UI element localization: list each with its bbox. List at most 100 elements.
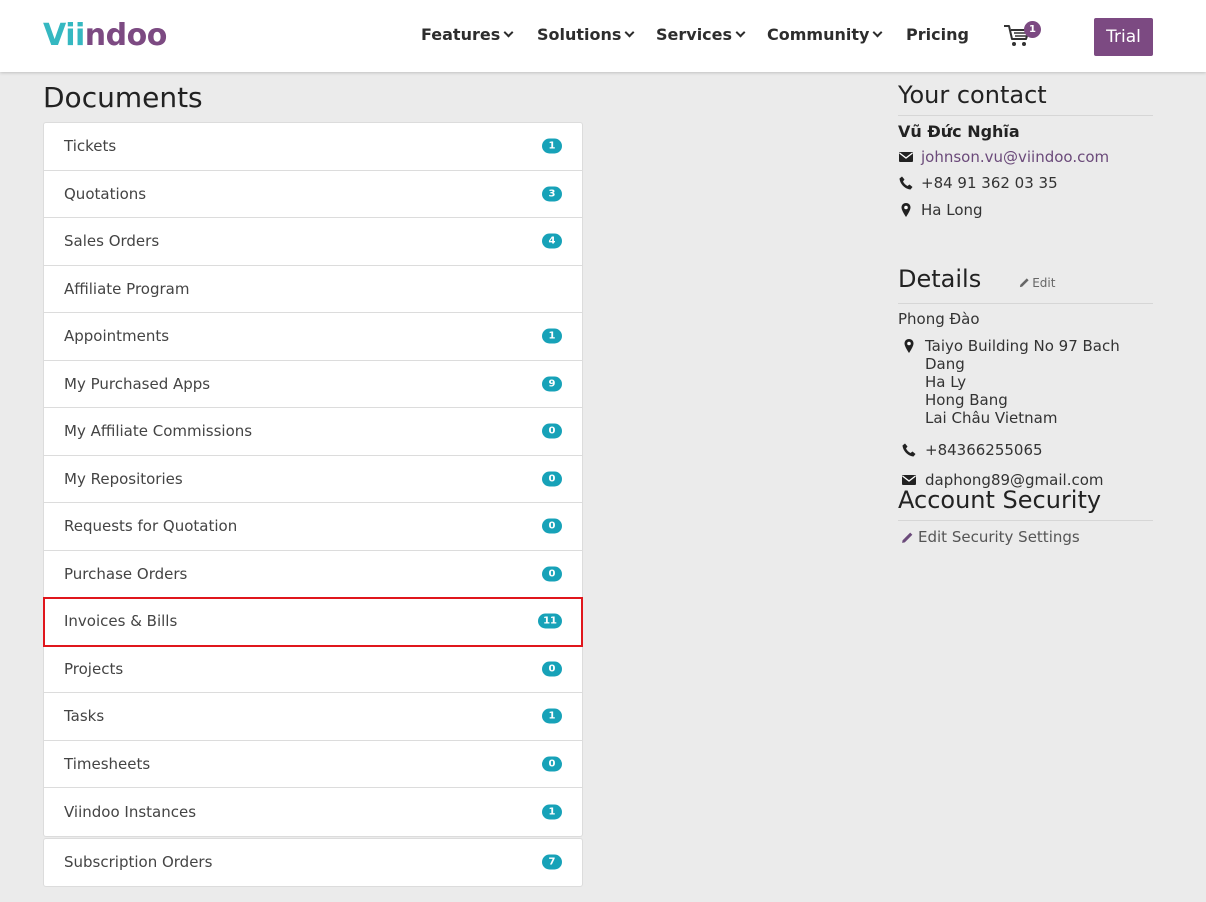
doc-label: Purchase Orders [64, 564, 188, 583]
doc-row-viindoo-instances[interactable]: Viindoo Instances 1 [44, 788, 582, 836]
doc-label: Affiliate Program [64, 279, 190, 298]
doc-row-appointments[interactable]: Appointments 1 [44, 313, 582, 361]
edit-security-label: Edit Security Settings [918, 528, 1080, 546]
address-line: Taiyo Building No 97 Bach Dang [925, 337, 1120, 373]
doc-label: Tasks [64, 707, 105, 726]
doc-label: Timesheets [64, 754, 151, 773]
nav-label: Services [656, 25, 733, 44]
count-badge: 1 [542, 804, 562, 820]
edit-label: Edit [1032, 276, 1056, 290]
contact-location-line: Ha Long [898, 201, 1153, 219]
nav-label: Solutions [537, 25, 622, 44]
account-security-section: Account Security Edit Security Settings [898, 485, 1153, 546]
viindoo-logo[interactable]: Viindoo [43, 18, 167, 54]
doc-label: Subscription Orders [64, 853, 213, 872]
doc-label: My Affiliate Commissions [64, 422, 253, 441]
doc-label: Projects [64, 659, 124, 678]
doc-row-purchase-orders[interactable]: Purchase Orders 0 [44, 551, 582, 598]
doc-label: My Repositories [64, 469, 183, 488]
phone-icon [898, 175, 914, 191]
contact-email-line: johnson.vu@viindoo.com [898, 148, 1153, 166]
nav-label: Pricing [906, 25, 969, 44]
count-badge: 0 [542, 566, 562, 582]
doc-row-purchased-apps[interactable]: My Purchased Apps 9 [44, 361, 582, 408]
count-badge: 9 [542, 376, 562, 392]
nav-services[interactable]: Services [656, 24, 746, 46]
details-edit-link[interactable]: Edit [1019, 276, 1055, 290]
doc-row-sales-orders[interactable]: Sales Orders 4 [44, 218, 582, 266]
details-phone: +84366255065 [925, 441, 1043, 459]
security-title: Account Security [898, 485, 1153, 521]
count-badge: 3 [542, 186, 562, 202]
address-line: Ha Ly [925, 373, 967, 391]
map-marker-icon [898, 202, 914, 218]
contact-email-link[interactable]: johnson.vu@viindoo.com [921, 148, 1109, 166]
count-badge: 0 [542, 756, 562, 772]
doc-row-tickets[interactable]: Tickets 1 [44, 123, 582, 171]
logo-text-3: doo [105, 18, 168, 53]
chevron-down-icon [872, 27, 883, 38]
doc-row-subscription-orders[interactable]: Subscription Orders 7 [44, 839, 582, 887]
chevron-down-icon [624, 27, 635, 38]
doc-label: Appointments [64, 327, 170, 346]
address-line: Hong Bang [925, 391, 1008, 409]
doc-row-tasks[interactable]: Tasks 1 [44, 693, 582, 741]
details-phone-line: +84366255065 [898, 441, 1153, 459]
nav-features[interactable]: Features [421, 24, 514, 46]
nav-solutions[interactable]: Solutions [537, 24, 635, 46]
trial-button[interactable]: Trial [1094, 18, 1153, 56]
chevron-down-icon [503, 27, 514, 38]
page-title: Documents [43, 81, 203, 114]
details-heading: Details Edit [898, 264, 1153, 304]
details-address-line: Taiyo Building No 97 Bach Dang Ha Ly Hon… [898, 337, 1153, 427]
count-badge: 1 [542, 708, 562, 724]
doc-row-invoices-bills[interactable]: Invoices & Bills 11 [43, 597, 583, 647]
doc-row-affiliate-program[interactable]: Affiliate Program [44, 266, 582, 313]
documents-group: Tickets 1 Quotations 3 Sales Orders 4 Affil… [43, 122, 583, 837]
documents-list: Tickets 1 Quotations 3 Sales Orders 4 Affil… [43, 122, 583, 887]
doc-label: My Purchased Apps [64, 374, 211, 393]
details-title: Details [898, 265, 982, 293]
pencil-icon [1020, 278, 1029, 288]
doc-row-affiliate-commissions[interactable]: My Affiliate Commissions 0 [44, 408, 582, 456]
details-name: Phong Đào [898, 310, 980, 328]
contact-location: Ha Long [921, 201, 983, 219]
count-badge: 1 [542, 138, 562, 154]
count-badge: 0 [542, 518, 562, 534]
chevron-down-icon [735, 27, 746, 38]
nav-pricing[interactable]: Pricing [906, 24, 969, 46]
doc-row-requests-for-quotation[interactable]: Requests for Quotation 0 [44, 503, 582, 551]
count-badge: 11 [538, 613, 562, 629]
count-badge: 0 [542, 471, 562, 487]
doc-row-quotations[interactable]: Quotations 3 [44, 171, 582, 218]
address-line: Lai Châu Vietnam [925, 409, 1058, 427]
doc-row-timesheets[interactable]: Timesheets 0 [44, 741, 582, 788]
details-section: Details Edit Phong Đào Taiyo Building No … [898, 264, 1153, 489]
count-badge: 1 [542, 328, 562, 344]
doc-row-projects[interactable]: Projects 0 [44, 646, 582, 693]
contact-phone: +84 91 362 03 35 [921, 174, 1058, 192]
contact-section: Your contact Vũ Đức Nghĩa johnson.vu@vii… [898, 80, 1153, 219]
details-address: Taiyo Building No 97 Bach Dang Ha Ly Hon… [925, 337, 1153, 427]
doc-label: Quotations [64, 184, 147, 203]
subscriptions-group: Subscription Orders 7 [43, 837, 583, 887]
envelope-icon [898, 149, 914, 165]
top-navbar: Viindoo Features Solutions Services Comm… [0, 0, 1206, 72]
doc-label: Invoices & Bills [64, 612, 178, 631]
count-badge: 4 [542, 233, 562, 249]
doc-label: Sales Orders [64, 232, 160, 251]
count-badge: 7 [542, 854, 562, 870]
doc-label: Tickets [64, 137, 117, 156]
phone-icon [901, 442, 917, 458]
doc-label: Viindoo Instances [64, 802, 197, 821]
edit-security-settings-link[interactable]: Edit Security Settings [898, 528, 1153, 546]
map-marker-icon [901, 338, 917, 354]
contact-phone-line: +84 91 362 03 35 [898, 174, 1153, 192]
nav-label: Features [421, 25, 501, 44]
contact-title: Your contact [898, 80, 1153, 116]
doc-label: Requests for Quotation [64, 517, 238, 536]
cart-count-badge: 1 [1024, 21, 1041, 38]
nav-community[interactable]: Community [767, 24, 883, 46]
logo-text-1: Vii [43, 18, 85, 53]
doc-row-repositories[interactable]: My Repositories 0 [44, 456, 582, 503]
